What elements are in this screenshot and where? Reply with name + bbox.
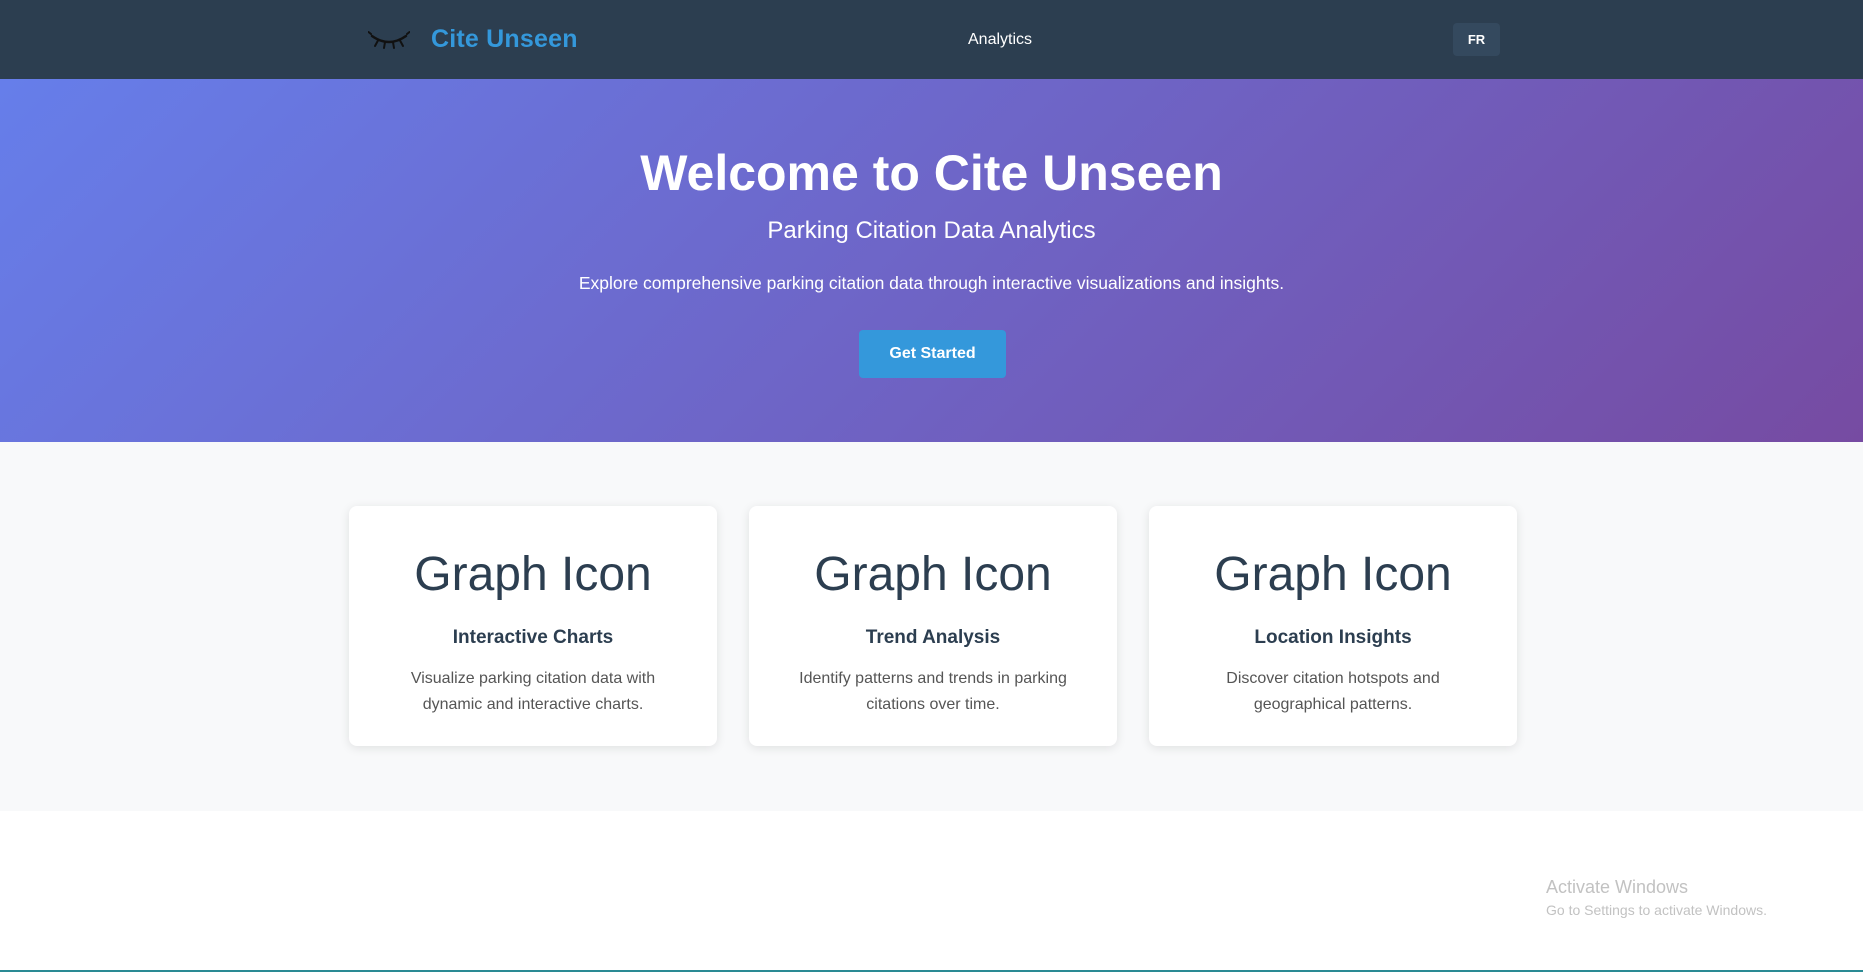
watermark-subtitle: Go to Settings to activate Windows. [1546,901,1767,918]
navbar: Cite Unseen Analytics FR [0,0,1863,79]
activate-windows-watermark: Activate Windows Go to Settings to activ… [1546,877,1767,918]
hero-subtitle: Parking Citation Data Analytics [767,217,1096,244]
nav-link-analytics[interactable]: Analytics [968,0,1032,79]
feature-description: Visualize parking citation data with dyn… [410,670,656,713]
features-section: Graph Icon Interactive Charts Visualize … [0,442,1863,811]
graph-icon: Graph Icon [814,548,1052,601]
feature-description: Identify patterns and trends in parking … [799,670,1067,713]
get-started-button[interactable]: Get Started [859,330,1006,378]
graph-icon: Graph Icon [1214,548,1452,601]
hero-section: Welcome to Cite Unseen Parking Citation … [0,79,1863,442]
hero-description: Explore comprehensive parking citation d… [578,273,1285,293]
feature-card-interactive-charts: Graph Icon Interactive Charts Visualize … [349,506,717,746]
watermark-title: Activate Windows [1546,877,1689,897]
feature-title: Interactive Charts [452,627,614,648]
hero-title: Welcome to Cite Unseen [640,145,1223,201]
brand-name: Cite Unseen [431,25,578,53]
closed-eye-icon [368,30,410,49]
brand-link[interactable]: Cite Unseen [368,0,578,79]
feature-card-trend-analysis: Graph Icon Trend Analysis Identify patte… [749,506,1117,746]
feature-description: Discover citation hotspots and geographi… [1226,670,1440,713]
graph-icon: Graph Icon [414,548,652,601]
language-toggle-button[interactable]: FR [1453,23,1500,56]
feature-title: Location Insights [1254,627,1412,648]
feature-title: Trend Analysis [865,627,1001,648]
feature-card-location-insights: Graph Icon Location Insights Discover ci… [1149,506,1517,746]
